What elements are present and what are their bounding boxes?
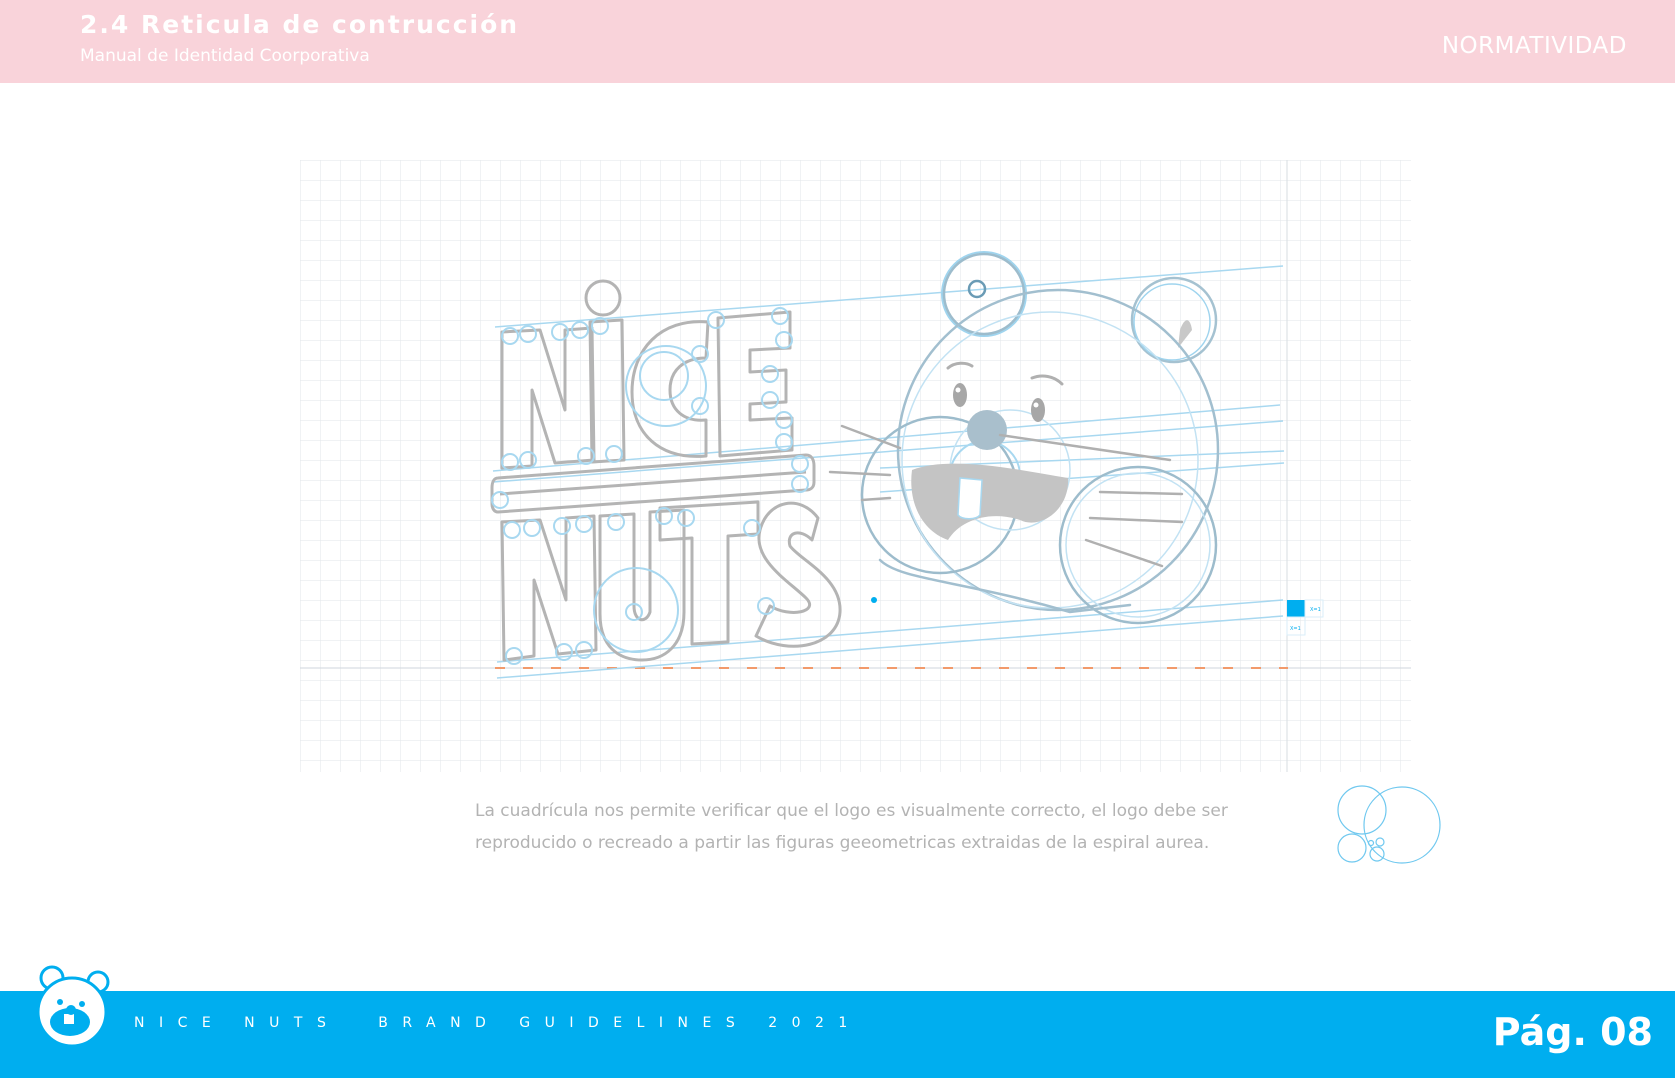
page-number: Pág. 08: [1492, 1010, 1653, 1054]
unit-square: [1287, 600, 1305, 617]
caption-line-2: reproducido o recreado a partir las figu…: [475, 833, 1210, 853]
golden-ratio-circles: [1337, 785, 1441, 864]
caption-text: La cuadrícula nos permite verificar que …: [475, 795, 1315, 859]
beaver-mascot-icon: [36, 965, 110, 1048]
unit-label-y: X=1: [1290, 626, 1301, 632]
page-footer: [0, 991, 1675, 1078]
unit-label-x: X=1: [1310, 607, 1321, 613]
caption-line-1: La cuadrícula nos permite verificar que …: [475, 801, 1228, 821]
brand-guidelines-text: NICE NUTS BRAND GUIDELINES 2021: [134, 1015, 862, 1031]
